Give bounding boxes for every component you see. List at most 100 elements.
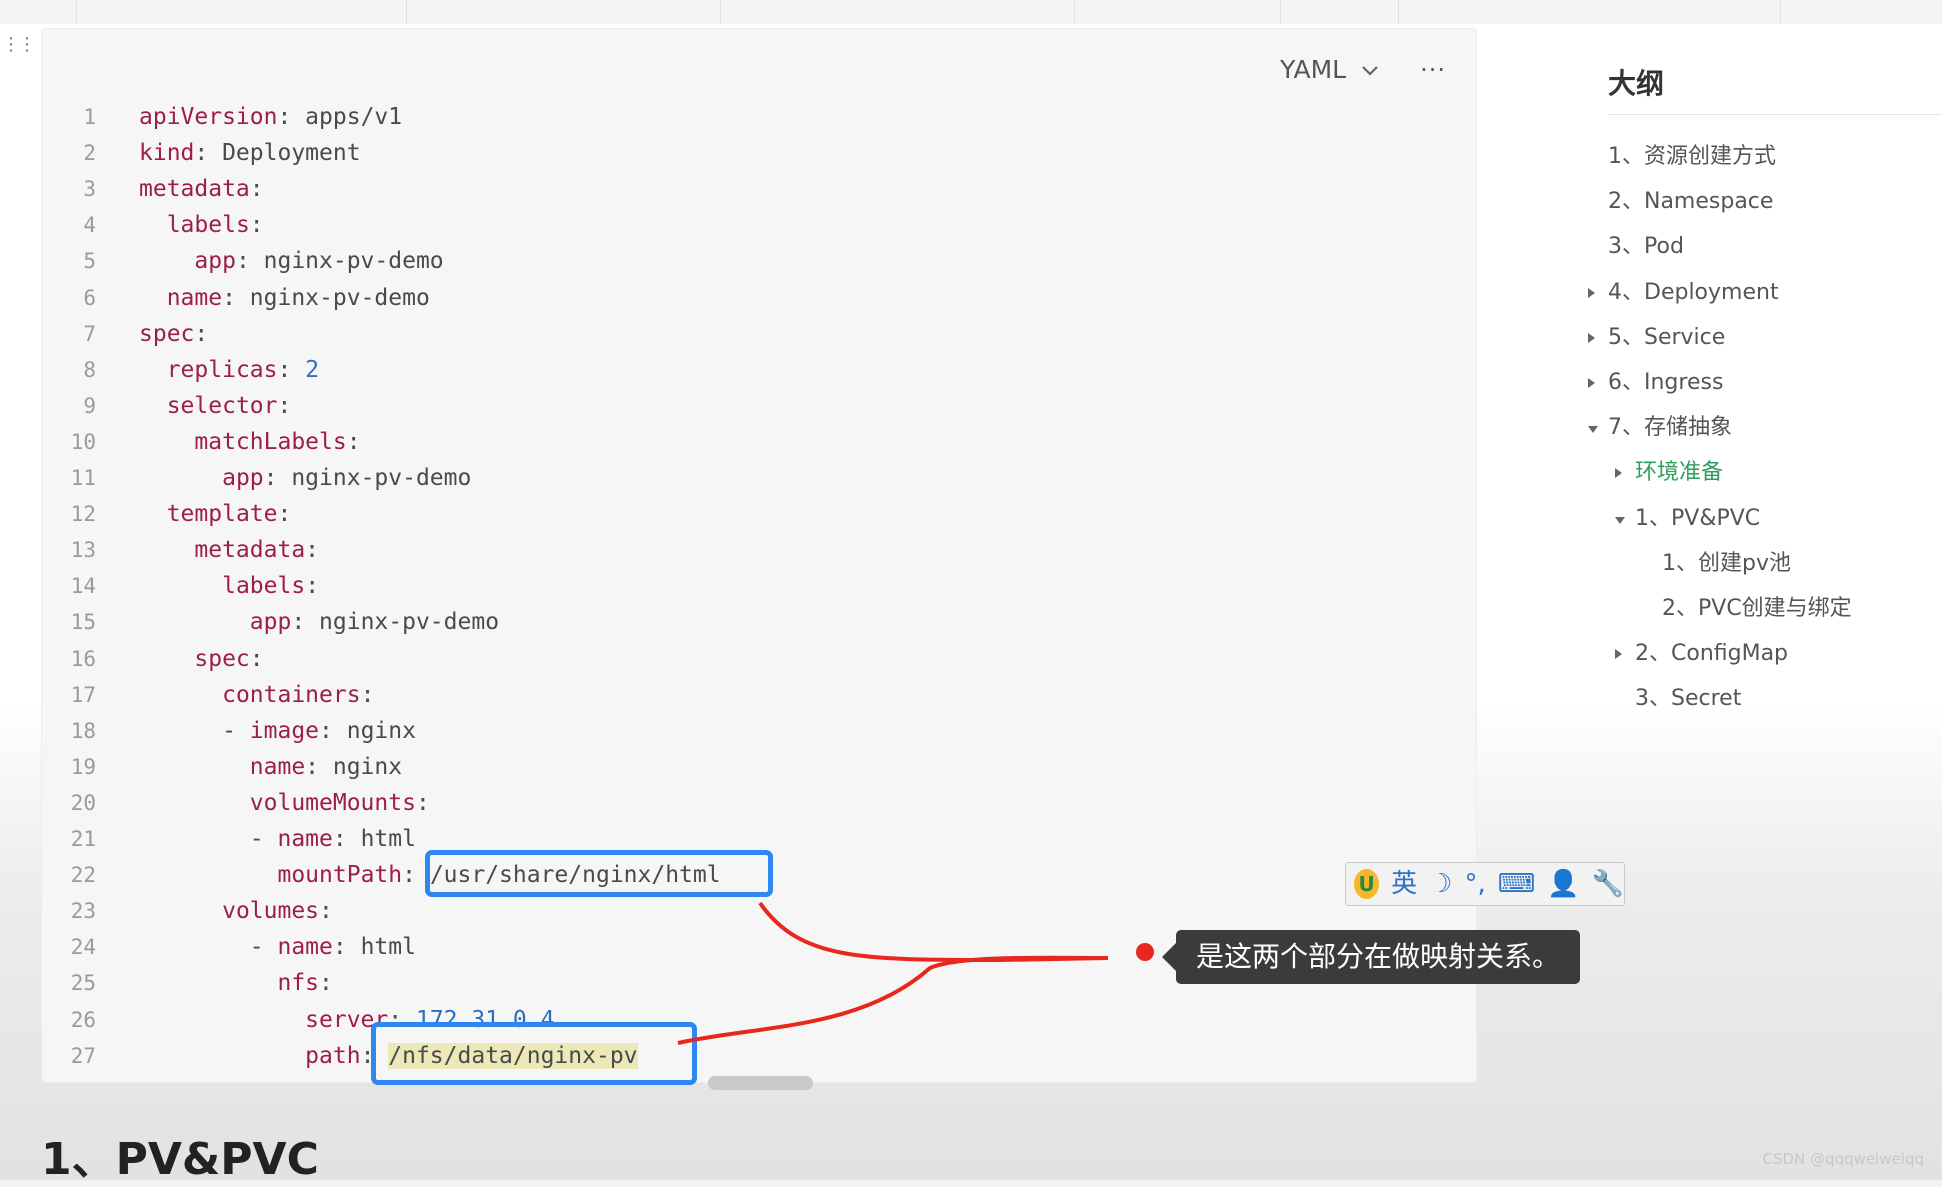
keyboard-icon[interactable]: ⌨ <box>1498 864 1536 904</box>
caret-down-icon[interactable] <box>1615 516 1625 524</box>
horizontal-scrollbar[interactable] <box>708 1076 813 1090</box>
yaml-value <box>139 1007 305 1033</box>
code-line[interactable]: 13 metadata: <box>42 532 1476 568</box>
code-text[interactable]: metadata: <box>139 171 264 207</box>
top-tab[interactable] <box>1398 0 1781 24</box>
code-line[interactable]: 5 app: nginx-pv-demo <box>42 243 1476 279</box>
code-text[interactable]: app: nginx-pv-demo <box>139 604 499 640</box>
caret-right-icon[interactable] <box>1588 287 1595 298</box>
outline-item[interactable]: 1、PV&PVC <box>1635 504 1760 534</box>
code-line[interactable]: 6 name: nginx-pv-demo <box>42 280 1476 316</box>
code-text[interactable]: app: nginx-pv-demo <box>139 243 443 279</box>
top-tab[interactable] <box>406 0 721 24</box>
code-text[interactable]: nfs: <box>139 965 332 1001</box>
wrench-icon[interactable]: 🔧 <box>1592 864 1624 904</box>
code-line[interactable]: 23 volumes: <box>42 893 1476 929</box>
ime-toolbar[interactable]: U 英 ☽ °, ⌨ 👤 🔧 <box>1345 862 1625 906</box>
yaml-value <box>139 248 194 274</box>
outline-item[interactable]: 4、Deployment <box>1608 278 1779 308</box>
more-options-button[interactable]: ··· <box>1420 56 1446 84</box>
code-line[interactable]: 17 containers: <box>42 677 1476 713</box>
code-text[interactable]: - name: html <box>139 821 416 857</box>
outline-item[interactable]: 2、ConfigMap <box>1635 639 1788 669</box>
code-text[interactable]: labels: <box>139 568 319 604</box>
top-tab[interactable] <box>1074 0 1281 24</box>
moon-icon[interactable]: ☽ <box>1429 864 1452 904</box>
code-line[interactable]: 18 - image: nginx <box>42 713 1476 749</box>
outline-item[interactable]: 环境准备 <box>1635 458 1723 488</box>
code-line[interactable]: 11 app: nginx-pv-demo <box>42 460 1476 496</box>
code-text[interactable]: app: nginx-pv-demo <box>139 460 471 496</box>
outline-item[interactable]: 3、Pod <box>1608 232 1684 262</box>
line-number: 10 <box>70 429 96 454</box>
outline-item[interactable]: 2、PVC创建与绑定 <box>1662 594 1852 624</box>
yaml-value: : apps/v1 <box>277 104 403 130</box>
code-text[interactable]: spec: <box>139 641 263 677</box>
code-text[interactable]: kind: Deployment <box>139 135 361 171</box>
code-text[interactable]: - name: html <box>139 929 416 965</box>
outline-item[interactable]: 3、Secret <box>1635 684 1741 714</box>
code-line[interactable]: 3 metadata: <box>42 171 1476 207</box>
drag-handle-icon[interactable]: ⋮⋮ <box>2 36 36 64</box>
code-line[interactable]: 19 name: nginx <box>42 749 1476 785</box>
caret-right-icon[interactable] <box>1588 378 1595 388</box>
code-text[interactable]: volumes: <box>139 893 333 929</box>
outline-item[interactable]: 2、Namespace <box>1608 187 1773 217</box>
code-line[interactable]: 26 server: 172.31.0.4 <box>42 1002 1476 1038</box>
top-tab[interactable] <box>1280 0 1399 24</box>
code-line[interactable]: 9 selector: <box>42 388 1476 424</box>
code-line[interactable]: 15 app: nginx-pv-demo <box>42 604 1476 640</box>
user-icon[interactable]: 👤 <box>1547 864 1579 904</box>
punctuation-icon[interactable]: °, <box>1464 864 1485 904</box>
top-tab[interactable] <box>720 0 1075 24</box>
yaml-key: matchLabels <box>194 428 347 455</box>
code-line[interactable]: 20 volumeMounts: <box>42 785 1476 821</box>
caret-right-icon[interactable] <box>1615 468 1622 479</box>
caret-right-icon[interactable] <box>1615 649 1622 660</box>
line-number: 17 <box>70 682 96 707</box>
code-text[interactable]: labels: <box>139 207 264 243</box>
code-text[interactable]: volumeMounts: <box>139 785 430 821</box>
code-line[interactable]: 1 apiVersion: apps/v1 <box>42 99 1476 135</box>
yaml-value <box>139 754 250 780</box>
code-line[interactable]: 10 matchLabels: <box>42 424 1476 460</box>
code-line[interactable]: 12 template: <box>42 496 1476 532</box>
code-text[interactable]: spec: <box>139 316 208 352</box>
outline-item[interactable]: 1、创建pv池 <box>1662 549 1791 579</box>
code-text[interactable]: metadata: <box>139 532 319 568</box>
yaml-key: spec <box>139 320 195 347</box>
ime-logo-icon[interactable]: U <box>1354 869 1380 899</box>
code-line[interactable]: 8 replicas: 2 <box>42 352 1476 388</box>
code-text[interactable]: containers: <box>139 677 374 713</box>
top-tab[interactable] <box>76 0 407 24</box>
code-block[interactable]: YAML ··· 1 apiVersion: apps/v1 2 kind: Depl… <box>41 28 1477 1090</box>
code-text[interactable]: replicas: 2 <box>139 352 319 388</box>
code-line[interactable]: 7 spec: <box>42 316 1476 352</box>
caret-right-icon[interactable] <box>1588 332 1595 343</box>
caret-down-icon[interactable] <box>1588 426 1598 434</box>
language-select[interactable]: YAML <box>1280 55 1382 84</box>
code-text[interactable]: template: <box>139 496 292 532</box>
outline-item[interactable]: 5、Service <box>1608 323 1725 353</box>
line-number: 18 <box>70 718 96 743</box>
top-tab[interactable] <box>0 0 77 24</box>
code-line[interactable]: 2 kind: Deployment <box>42 135 1476 171</box>
outline-item[interactable]: 7、存储抽象 <box>1608 413 1732 443</box>
code-text[interactable]: name: nginx <box>139 749 402 785</box>
code-line[interactable]: 14 labels: <box>42 568 1476 604</box>
yaml-key: volumeMounts <box>249 789 416 816</box>
watermark: CSDN @qqqweiweiqq <box>1762 1150 1924 1168</box>
code-line[interactable]: 27 path: /nfs/data/nginx-pv <box>42 1038 1476 1074</box>
outline-item[interactable]: 6、Ingress <box>1608 368 1723 398</box>
ime-language-toggle[interactable]: 英 <box>1391 864 1417 904</box>
code-text[interactable]: apiVersion: apps/v1 <box>139 99 402 135</box>
outline-item[interactable]: 1、资源创建方式 <box>1608 142 1776 172</box>
yaml-value <box>139 285 167 311</box>
code-text[interactable]: name: nginx-pv-demo <box>139 280 430 316</box>
code-line[interactable]: 4 labels: <box>42 207 1476 243</box>
code-text[interactable]: - image: nginx <box>139 713 416 749</box>
code-text[interactable]: selector: <box>139 388 292 424</box>
line-number: 2 <box>83 141 96 166</box>
code-text[interactable]: matchLabels: <box>139 424 360 460</box>
code-line[interactable]: 16 spec: <box>42 641 1476 677</box>
